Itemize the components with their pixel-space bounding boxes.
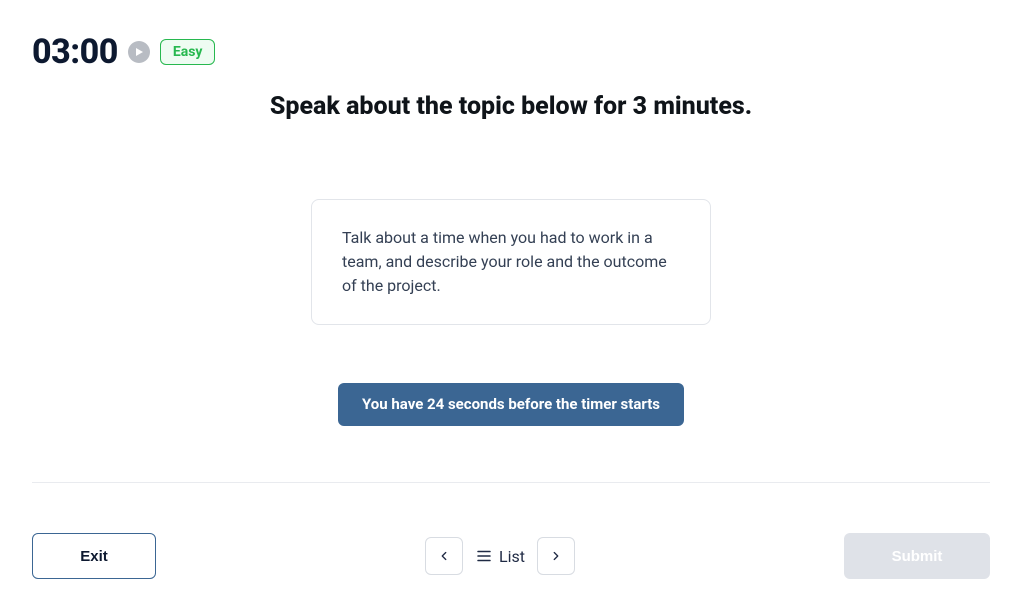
prev-button[interactable] (425, 537, 463, 575)
nav-group: List (425, 537, 575, 575)
next-button[interactable] (537, 537, 575, 575)
timer-display: 03:00 (32, 32, 118, 72)
list-label: List (499, 547, 525, 566)
instruction-text: Speak about the topic below for 3 minute… (0, 92, 1022, 121)
chevron-left-icon (437, 549, 451, 563)
header-row: 03:00 Easy (0, 0, 1022, 72)
divider (32, 482, 990, 483)
topic-text: Talk about a time when you had to work i… (342, 228, 667, 295)
countdown-banner: You have 24 seconds before the timer sta… (338, 383, 684, 426)
play-icon (134, 47, 144, 57)
footer-row: Exit List Submit (0, 533, 1022, 579)
list-icon (475, 547, 493, 565)
play-button[interactable] (128, 41, 150, 63)
exit-button[interactable]: Exit (32, 533, 156, 579)
chevron-right-icon (549, 549, 563, 563)
submit-button: Submit (844, 533, 990, 579)
topic-card: Talk about a time when you had to work i… (311, 199, 711, 325)
difficulty-badge: Easy (160, 39, 216, 65)
list-button[interactable]: List (475, 547, 525, 566)
